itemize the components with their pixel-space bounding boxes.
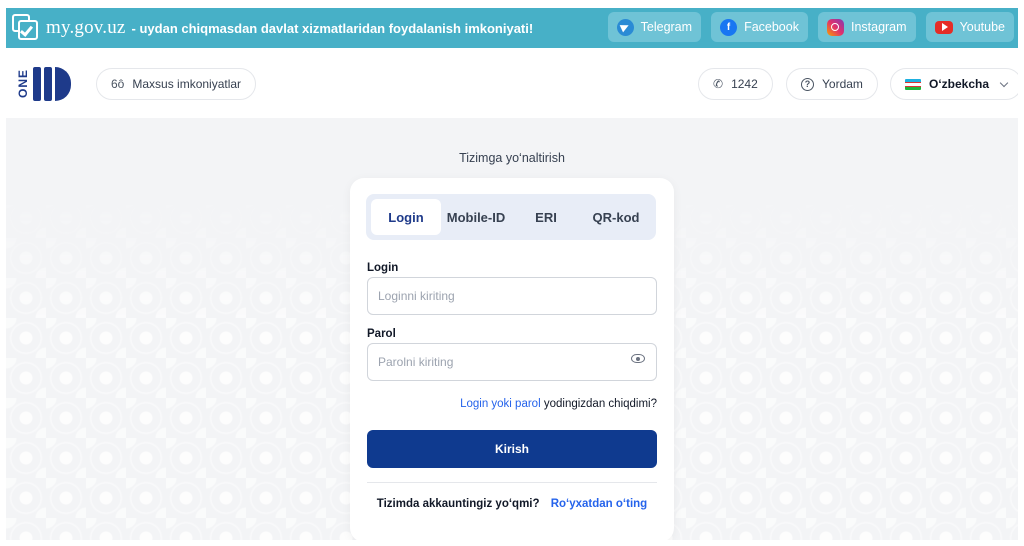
forgot-credentials-rest: yodingizdan chiqdimi? (543, 398, 657, 410)
password-input[interactable] (367, 343, 657, 381)
facebook-label: Facebook (744, 20, 799, 34)
oneid-logo-mark (33, 67, 71, 101)
help-label: Yordam (822, 77, 863, 91)
forgot-credentials-text: Login yoki parol yodingizdan chiqdimi? (460, 398, 657, 410)
login-submit-button[interactable]: Kirish (367, 430, 657, 468)
youtube-label: Youtube (959, 20, 1005, 34)
login-field-label: Login (367, 262, 399, 274)
accessibility-button[interactable]: 6ô Maxsus imkoniyatlar (96, 68, 257, 100)
tab-mobile-id[interactable]: Mobile-ID (441, 199, 511, 235)
telegram-label: Telegram (640, 20, 693, 34)
instagram-icon (826, 18, 844, 36)
oneid-logo[interactable]: ONE (16, 64, 74, 104)
language-select[interactable]: O‘zbekcha (890, 68, 1018, 100)
phone-icon: ✆ (713, 77, 724, 91)
signup-question: Tizimda akkauntingiz yo‘qmi? (376, 498, 540, 510)
youtube-button[interactable]: Youtube (925, 12, 1014, 42)
site-name[interactable]: my.gov.uz (46, 17, 126, 39)
youtube-icon (934, 20, 953, 34)
site-tagline: - uydan chiqmasdan davlat xizmatlaridan … (131, 20, 534, 36)
signup-link[interactable]: Ro‘yxatdan o‘ting (551, 498, 647, 510)
uzbekistan-flag-icon (905, 78, 921, 90)
chevron-down-icon (999, 78, 1009, 87)
top-banner: my.gov.uz - uydan chiqmasdan davlat xizm… (6, 8, 1018, 48)
login-method-tabs: Login Mobile-ID ERI QR-kod (366, 194, 656, 240)
divider (367, 482, 657, 483)
show-password-eye-icon[interactable] (631, 354, 645, 363)
telegram-icon (616, 18, 634, 36)
accessibility-label: Maxsus imkoniyatlar (132, 77, 242, 91)
login-input[interactable] (367, 277, 657, 315)
instagram-button[interactable]: Instagram (817, 12, 916, 42)
tab-login[interactable]: Login (371, 199, 441, 235)
phone-button[interactable]: ✆ 1242 (698, 68, 773, 100)
my-gov-logo-icon[interactable] (12, 14, 40, 42)
login-section-title: Tizimga yo‘naltirish (459, 151, 565, 165)
tab-eri[interactable]: ERI (511, 199, 581, 235)
facebook-icon: f (720, 18, 738, 36)
social-links: Telegram f Facebook Instagram Youtube (607, 12, 1014, 42)
telegram-button[interactable]: Telegram (607, 12, 702, 42)
oneid-logo-text: ONE (16, 69, 30, 99)
facebook-button[interactable]: f Facebook (711, 12, 808, 42)
language-label: O‘zbekcha (929, 77, 990, 91)
help-button[interactable]: ? Yordam (786, 68, 878, 100)
help-icon: ? (801, 77, 814, 91)
instagram-label: Instagram (850, 20, 907, 34)
page-frame: my.gov.uz - uydan chiqmasdan davlat xizm… (6, 8, 1018, 540)
phone-label: 1242 (731, 77, 758, 91)
header: ONE 6ô Maxsus imkoniyatlar ✆ 1242 ? Yord… (6, 48, 1018, 118)
password-field-label: Parol (367, 328, 396, 340)
login-card: Login Mobile-ID ERI QR-kod Login Parol L… (350, 178, 674, 540)
tab-qr-code[interactable]: QR-kod (581, 199, 651, 235)
forgot-credentials-link[interactable]: Login yoki parol (460, 398, 541, 410)
glasses-icon: 6ô (111, 77, 125, 91)
signup-prompt: Tizimda akkauntingiz yo‘qmi? Ro‘yxatdan … (350, 498, 674, 510)
